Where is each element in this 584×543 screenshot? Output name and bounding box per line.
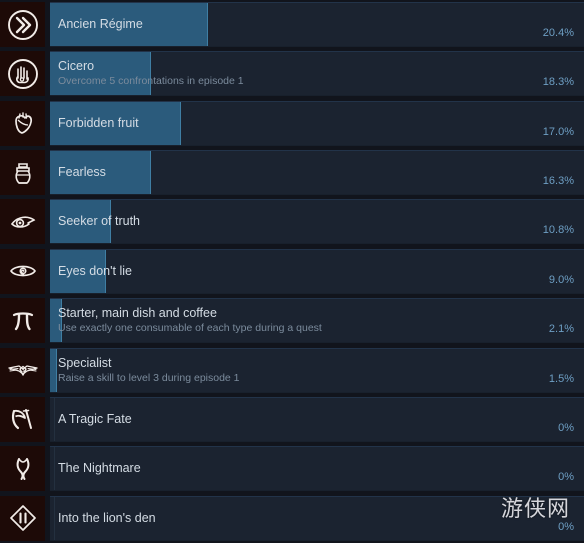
pi-symbol-icon bbox=[0, 298, 45, 344]
achievement-body: Starter, main dish and coffee Use exactly… bbox=[50, 298, 584, 344]
eye-icon bbox=[0, 199, 45, 245]
diamond-pillars-icon bbox=[0, 495, 45, 541]
achievement-progress-bar bbox=[50, 447, 56, 491]
achievement-row[interactable]: Eyes don't lie 9.0% bbox=[0, 247, 584, 296]
achievement-percent: 0% bbox=[558, 421, 574, 434]
achievement-progress-bar bbox=[50, 496, 56, 540]
achievement-percent: 1.5% bbox=[548, 372, 574, 385]
achievement-body: Specialist Raise a skill to level 3 durin… bbox=[50, 347, 584, 393]
achievement-text: Forbidden fruit bbox=[58, 102, 514, 145]
achievement-name: Cicero bbox=[58, 59, 95, 74]
achievement-body: Cicero Overcome 5 confrontations in episo… bbox=[50, 51, 584, 97]
achievement-name: Forbidden fruit bbox=[58, 115, 139, 130]
achievement-name: Specialist bbox=[58, 355, 112, 370]
achievement-text: The Nightmare bbox=[58, 447, 514, 490]
achievement-row[interactable]: A Tragic Fate 0% bbox=[0, 395, 584, 444]
achievement-row[interactable]: Forbidden fruit 17.0% bbox=[0, 99, 584, 148]
achievement-description: Use exactly one consumable of each type … bbox=[58, 322, 322, 335]
double-chevron-icon bbox=[0, 2, 45, 47]
achievement-row[interactable]: Ancien Régime 20.4% bbox=[0, 0, 584, 49]
svg-text:3: 3 bbox=[21, 368, 25, 374]
achievement-name: Seeker of truth bbox=[58, 214, 140, 229]
achievement-body: The Nightmare 0% bbox=[50, 446, 584, 492]
achievements-list: Ancien Régime 20.4% Cicero Overcome 5 confr… bbox=[0, 0, 584, 543]
scythe-icon bbox=[0, 396, 45, 442]
achievement-body: Fearless 16.3% bbox=[50, 150, 584, 196]
achievement-text: Starter, main dish and coffee Use exactly… bbox=[58, 299, 514, 342]
achievement-text: Ancien Régime bbox=[58, 3, 514, 46]
achievement-row[interactable]: Seeker of truth 10.8% bbox=[0, 197, 584, 246]
achievement-row[interactable]: Fearless 16.3% bbox=[0, 148, 584, 197]
achievement-percent: 0% bbox=[558, 471, 574, 484]
achievement-row[interactable]: 3 Specialist Raise a skill to level 3 duri… bbox=[0, 346, 584, 395]
achievement-row[interactable]: The Nightmare 0% bbox=[0, 444, 584, 493]
achievement-name: Eyes don't lie bbox=[58, 263, 132, 278]
achievement-body: Forbidden fruit 17.0% bbox=[50, 100, 584, 146]
achievement-body: Into the lion's den 0% bbox=[50, 495, 584, 541]
achievement-name: Ancien Régime bbox=[58, 17, 143, 31]
achievement-name: The Nightmare bbox=[58, 461, 141, 476]
achievement-body: Seeker of truth 10.8% bbox=[50, 199, 584, 245]
achievement-percent: 9.0% bbox=[548, 273, 574, 286]
achievement-name: Into the lion's den bbox=[58, 510, 156, 525]
heart-fruit-icon bbox=[0, 100, 45, 146]
achievement-row[interactable]: Starter, main dish and coffee Use exactly… bbox=[0, 296, 584, 345]
achievement-description: Overcome 5 confrontations in episode 1 bbox=[58, 75, 244, 88]
achievement-body: A Tragic Fate 0% bbox=[50, 396, 584, 442]
achievement-body: Ancien Régime 20.4% bbox=[50, 2, 584, 47]
raised-hand-icon bbox=[0, 51, 45, 97]
achievement-percent: 20.4% bbox=[542, 27, 574, 39]
urn-icon bbox=[0, 150, 45, 196]
achievement-progress-bar bbox=[50, 397, 56, 441]
achievement-percent: 17.0% bbox=[542, 125, 574, 138]
achievement-text: A Tragic Fate bbox=[58, 398, 514, 441]
achievement-row[interactable]: Into the lion's den 0% bbox=[0, 494, 584, 543]
achievement-percent: 10.8% bbox=[542, 224, 574, 237]
achievement-percent: 16.3% bbox=[542, 175, 574, 188]
achievement-description: Raise a skill to level 3 during episode … bbox=[58, 371, 240, 384]
winged-badge-icon: 3 bbox=[0, 347, 45, 393]
achievement-text: Into the lion's den bbox=[58, 497, 514, 540]
achievement-text: Fearless bbox=[58, 151, 514, 194]
achievement-percent: 0% bbox=[558, 520, 574, 533]
achievement-percent: 2.1% bbox=[548, 323, 574, 336]
achievement-text: Seeker of truth bbox=[58, 200, 514, 243]
achievement-text: Eyes don't lie bbox=[58, 250, 514, 293]
spiral-eye-icon bbox=[0, 248, 45, 294]
achievement-progress-bar bbox=[50, 348, 57, 392]
achievement-name: Starter, main dish and coffee bbox=[58, 306, 217, 321]
twisted-flame-icon bbox=[0, 446, 45, 492]
achievement-percent: 18.3% bbox=[542, 76, 574, 89]
achievement-text: Cicero Overcome 5 confrontations in episo… bbox=[58, 52, 514, 95]
achievement-row[interactable]: Cicero Overcome 5 confrontations in episo… bbox=[0, 49, 584, 98]
achievement-body: Eyes don't lie 9.0% bbox=[50, 248, 584, 294]
achievement-name: Fearless bbox=[58, 165, 106, 180]
achievement-name: A Tragic Fate bbox=[58, 411, 132, 426]
achievement-text: Specialist Raise a skill to level 3 durin… bbox=[58, 349, 514, 392]
